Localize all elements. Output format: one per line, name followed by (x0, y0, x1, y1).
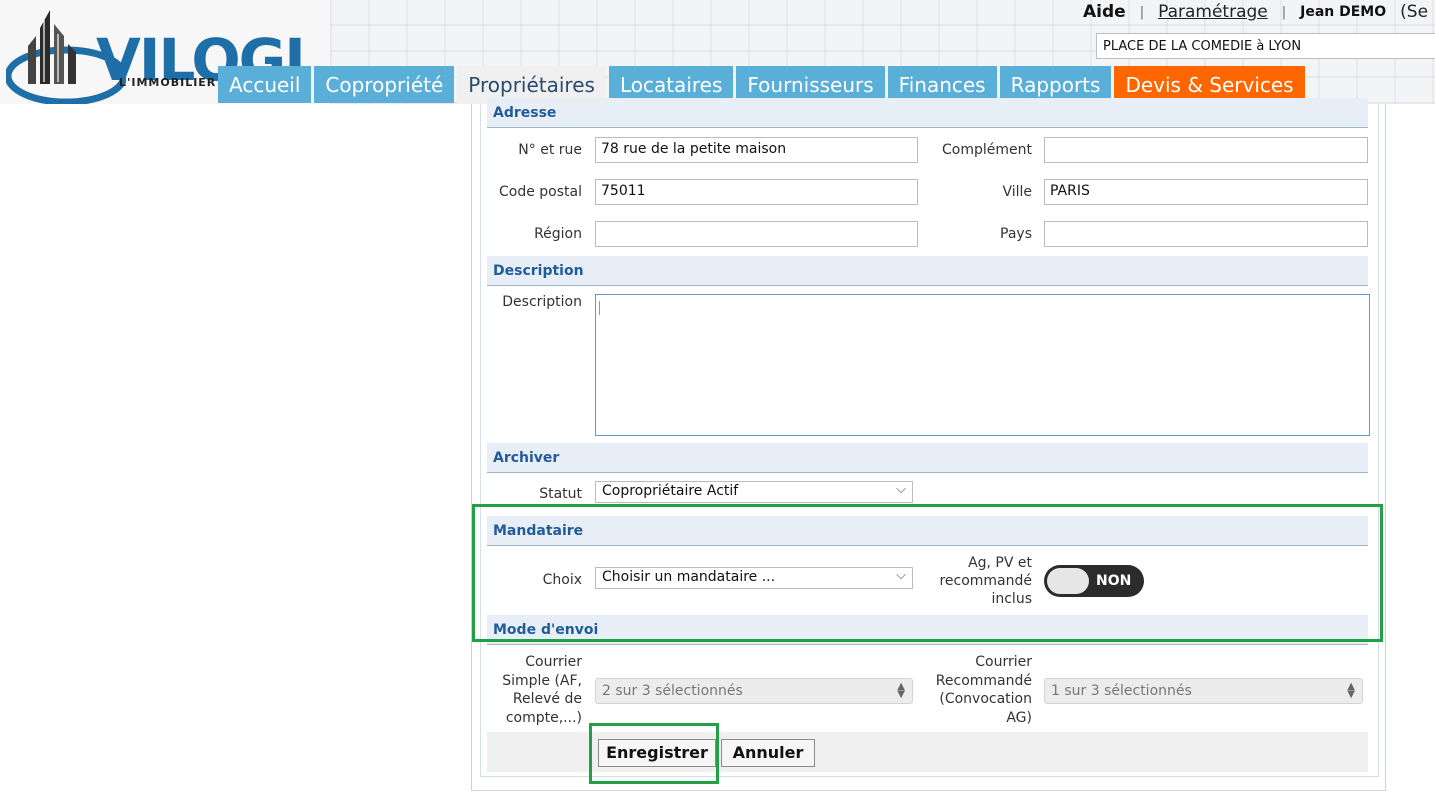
mandataire-highlight-box (472, 504, 1383, 642)
user-name[interactable]: Jean DEMO (1300, 4, 1386, 20)
courrier-recommande-value: 1 sur 3 sélectionnés (1051, 683, 1192, 699)
label-line: Simple (AF, (502, 672, 582, 689)
section-adresse: Adresse (487, 98, 1368, 128)
top-links: Aide | Paramétrage | Jean DEMO (Se (1075, 0, 1428, 24)
courrier-recommande-label: Courrier Recommandé (Convocation AG) (920, 653, 1032, 727)
label-line: compte,...) (505, 709, 582, 726)
label-line: Courrier (525, 654, 582, 670)
rue-input[interactable]: 78 rue de la petite maison (595, 137, 918, 163)
updown-arrows-icon: ▲ ▼ (1347, 681, 1355, 700)
aide-link[interactable]: Aide (1083, 2, 1126, 22)
chevron-down-icon: ⌵ (896, 482, 906, 497)
app-header: VILOGI L'IMMOBILIER Aide | Paramétrage |… (0, 0, 1435, 104)
description-textarea[interactable] (595, 294, 1370, 436)
ville-input[interactable]: PARIS (1044, 179, 1368, 205)
label-line: AG) (1006, 709, 1032, 726)
complement-label: Complément (942, 142, 1032, 158)
courrier-recommande-multiselect[interactable]: 1 sur 3 sélectionnés ▲ ▼ (1044, 678, 1363, 704)
label-line: (Convocation (939, 691, 1032, 707)
section-description: Description (487, 256, 1368, 286)
label-line: Courrier (975, 654, 1032, 670)
complement-input[interactable] (1044, 137, 1368, 163)
code-postal-input[interactable]: 75011 (595, 179, 918, 205)
updown-arrows-icon: ▲ ▼ (897, 681, 905, 700)
courrier-simple-value: 2 sur 3 sélectionnés (602, 683, 743, 699)
save-button-highlight-box (589, 723, 719, 784)
link-separator: | (1281, 4, 1287, 20)
tab-copropriete[interactable]: Copropriété (314, 66, 455, 103)
label-line: Relevé de (512, 691, 582, 707)
region-input[interactable] (595, 221, 918, 247)
label-line: Recommandé (935, 672, 1032, 689)
text-caret (599, 301, 600, 315)
statut-select[interactable]: Copropriétaire Actif ⌵ (595, 481, 913, 503)
section-archiver: Archiver (487, 443, 1368, 473)
parametrage-link[interactable]: Paramétrage (1158, 2, 1268, 22)
courrier-simple-label: Courrier Simple (AF, Relevé de compte,..… (487, 653, 582, 727)
cancel-button[interactable]: Annuler (721, 739, 815, 767)
tab-accueil[interactable]: Accueil (218, 66, 312, 103)
pays-label: Pays (1000, 226, 1032, 242)
statut-label: Statut (539, 486, 582, 502)
link-separator: | (1139, 4, 1145, 20)
building-selector[interactable]: PLACE DE LA COMEDIE à LYON (1096, 33, 1435, 59)
pays-input[interactable] (1044, 221, 1368, 247)
logout-link-truncated[interactable]: (Se (1400, 2, 1428, 22)
courrier-simple-multiselect[interactable]: 2 sur 3 sélectionnés ▲ ▼ (595, 678, 913, 704)
ville-label: Ville (1002, 184, 1032, 200)
logo-subtitle: L'IMMOBILIER (119, 76, 217, 89)
code-postal-label: Code postal (499, 184, 582, 200)
region-label: Région (534, 226, 582, 242)
statut-select-value: Copropriétaire Actif (602, 483, 739, 499)
rue-label: N° et rue (518, 142, 582, 158)
description-label: Description (502, 294, 582, 310)
